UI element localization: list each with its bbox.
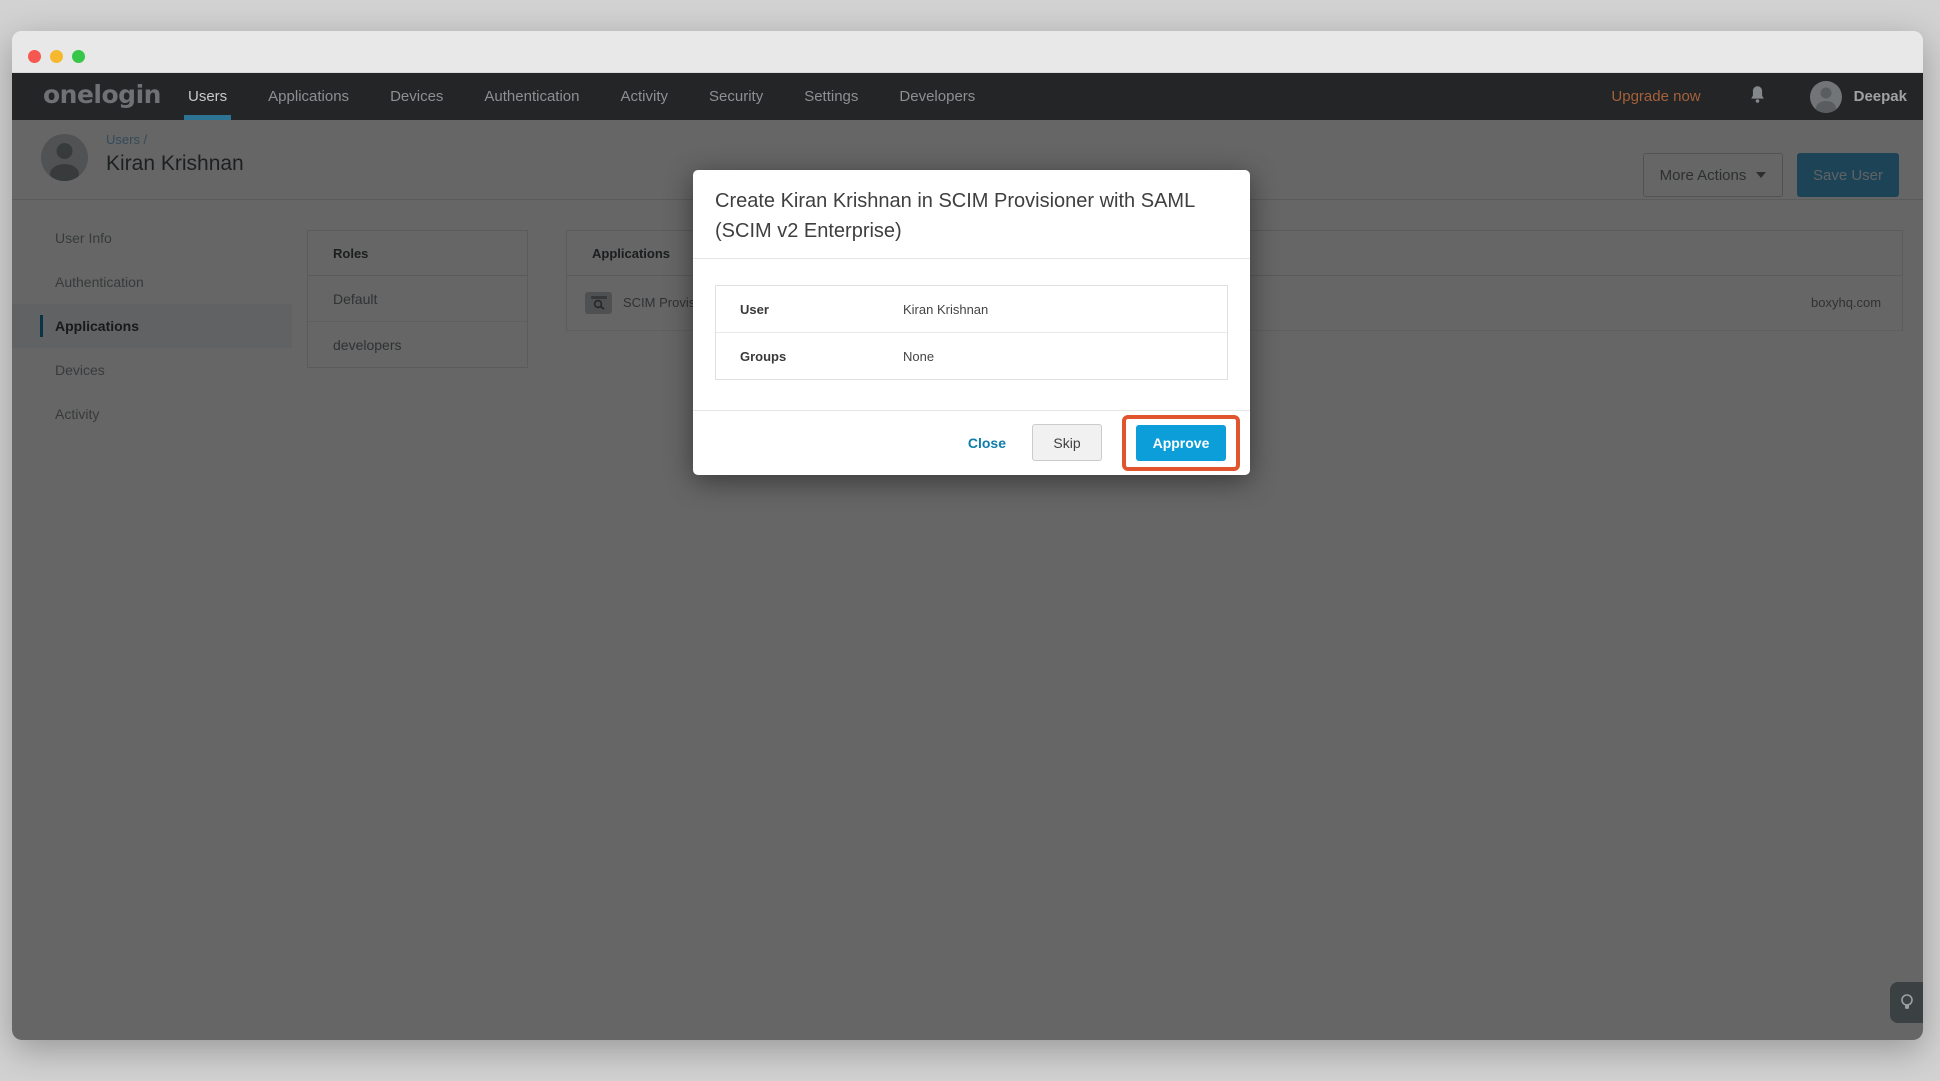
user-avatar[interactable] bbox=[1809, 80, 1842, 113]
nav-menu: Users Applications Devices Authenticatio… bbox=[183, 73, 975, 120]
notifications-bell-icon[interactable] bbox=[1749, 85, 1766, 109]
user-field-label: User bbox=[740, 302, 769, 317]
username-label[interactable]: Deepak bbox=[1854, 88, 1907, 105]
groups-field-value: None bbox=[903, 349, 935, 364]
nav-right-group: Upgrade now Deepak bbox=[1611, 73, 1907, 120]
onelogin-logo: onelogin bbox=[43, 80, 161, 109]
approve-highlight-annotation: Approve bbox=[1122, 414, 1240, 471]
nav-item-developers[interactable]: Developers bbox=[899, 73, 975, 120]
approve-button[interactable]: Approve bbox=[1136, 424, 1226, 461]
modal-fields-table: User Kiran Krishnan Groups None bbox=[715, 285, 1228, 380]
hints-tab[interactable] bbox=[1890, 982, 1923, 1023]
nav-item-activity[interactable]: Activity bbox=[621, 73, 669, 120]
nav-item-security[interactable]: Security bbox=[709, 73, 763, 120]
nav-item-devices[interactable]: Devices bbox=[390, 73, 443, 120]
close-window-button[interactable] bbox=[28, 50, 41, 63]
minimize-window-button[interactable] bbox=[50, 50, 63, 63]
nav-item-settings[interactable]: Settings bbox=[804, 73, 858, 120]
nav-item-users[interactable]: Users bbox=[183, 73, 232, 120]
close-button[interactable]: Close bbox=[968, 435, 1006, 451]
table-row: Groups None bbox=[716, 333, 1227, 380]
maximize-window-button[interactable] bbox=[72, 50, 85, 63]
skip-button[interactable]: Skip bbox=[1032, 424, 1102, 461]
create-user-modal: Create Kiran Krishnan in SCIM Provisione… bbox=[693, 170, 1250, 475]
nav-item-applications[interactable]: Applications bbox=[268, 73, 349, 120]
top-navbar: onelogin Users Applications Devices Auth… bbox=[12, 73, 1923, 120]
nav-item-authentication[interactable]: Authentication bbox=[484, 73, 579, 120]
modal-header-divider bbox=[693, 258, 1250, 259]
upgrade-now-link[interactable]: Upgrade now bbox=[1611, 88, 1700, 105]
titlebar bbox=[12, 31, 1923, 73]
page-content: Users / Kiran Krishnan More Actions Save… bbox=[12, 120, 1923, 1040]
modal-footer: Close Skip Approve bbox=[968, 410, 1240, 475]
table-row: User Kiran Krishnan bbox=[716, 286, 1227, 333]
app-window: onelogin Users Applications Devices Auth… bbox=[12, 31, 1923, 1040]
lightbulb-icon bbox=[1900, 993, 1913, 1009]
modal-title: Create Kiran Krishnan in SCIM Provisione… bbox=[715, 190, 1195, 242]
user-field-value: Kiran Krishnan bbox=[903, 302, 989, 317]
groups-field-label: Groups bbox=[740, 349, 787, 364]
